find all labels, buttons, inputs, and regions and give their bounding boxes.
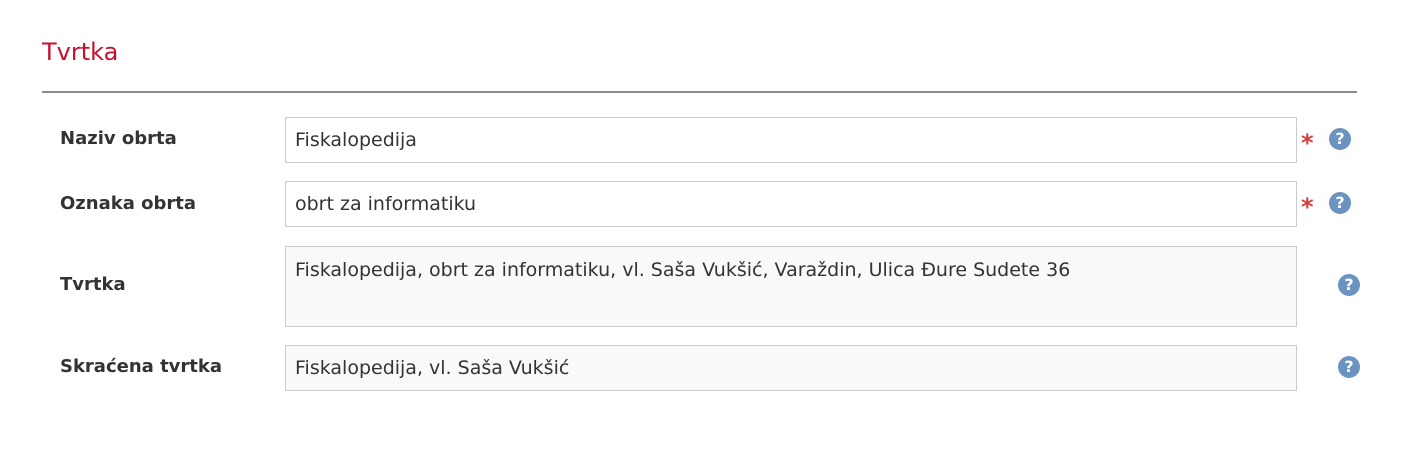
tvrtka-label: Tvrtka: [60, 274, 126, 295]
section-divider: [42, 91, 1357, 93]
skracena-tvrtka-label: Skraćena tvrtka: [60, 356, 222, 377]
question-circle-icon[interactable]: ?: [1329, 128, 1351, 150]
question-circle-icon[interactable]: ?: [1329, 192, 1351, 214]
question-circle-icon[interactable]: ?: [1338, 356, 1360, 378]
oznaka-obrta-input[interactable]: [285, 181, 1297, 227]
question-circle-icon[interactable]: ?: [1338, 274, 1360, 296]
oznaka-obrta-required-mark: *: [1301, 193, 1314, 221]
section-title: Tvrtka: [42, 38, 119, 66]
oznaka-obrta-label: Oznaka obrta: [60, 193, 197, 214]
tvrtka-textarea[interactable]: Fiskalopedija, obrt za informatiku, vl. …: [285, 246, 1297, 327]
naziv-obrta-label: Naziv obrta: [60, 128, 177, 149]
naziv-obrta-required-mark: *: [1301, 129, 1314, 157]
skracena-tvrtka-input[interactable]: [285, 345, 1297, 391]
naziv-obrta-input[interactable]: [285, 117, 1297, 163]
